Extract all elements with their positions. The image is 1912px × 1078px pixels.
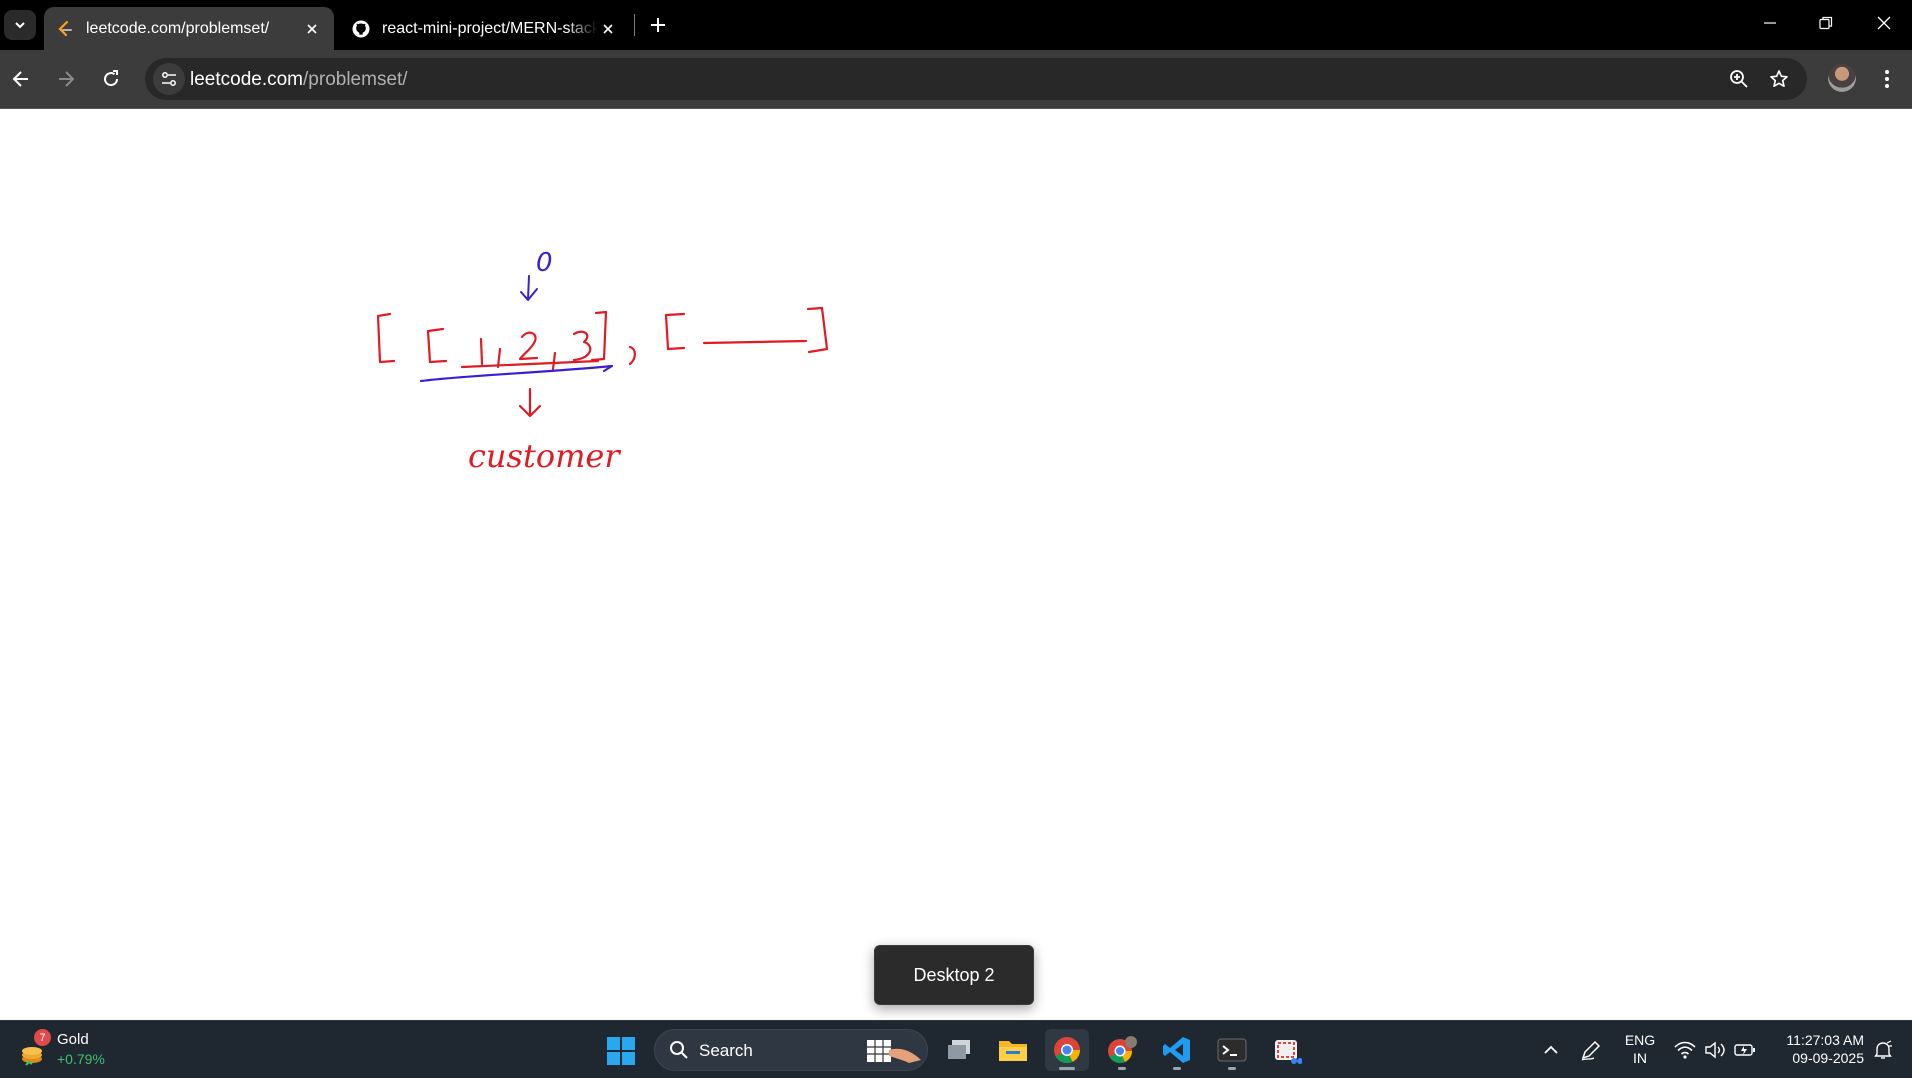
reload-button[interactable]: [94, 62, 128, 96]
task-view-icon: [948, 1040, 970, 1059]
tab-title: react-mini-project/MERN-stack: [382, 19, 598, 37]
close-icon: [307, 23, 317, 34]
task-view-button[interactable]: [937, 1029, 981, 1071]
terminal-icon: [1217, 1038, 1247, 1062]
tab-separator: [634, 14, 635, 36]
bell-icon: [1874, 1040, 1892, 1059]
restore-button[interactable]: [1798, 0, 1854, 46]
url-host: leetcode.com: [190, 69, 304, 90]
volume-button[interactable]: [1700, 1029, 1730, 1071]
zoom-in-icon: [1730, 70, 1748, 88]
close-tab-button[interactable]: [598, 19, 618, 39]
url-path: /problemset/: [303, 69, 408, 90]
terminal-taskbar-button[interactable]: [1210, 1029, 1254, 1071]
snipping-tool-taskbar-button[interactable]: [1265, 1029, 1309, 1071]
index-label: 0: [536, 248, 553, 278]
language-code: ENG: [1624, 1032, 1656, 1048]
github-icon: [352, 20, 370, 37]
url-text[interactable]: leetcode.com/problemset/: [190, 69, 408, 91]
restore-icon: [1819, 16, 1833, 30]
array-sketch: customer: [376, 306, 829, 475]
desktop-switch-toast: Desktop 2: [874, 945, 1034, 1005]
notifications-button[interactable]: [1868, 1029, 1898, 1071]
system-clock[interactable]: 11:27:03 AM 09-09-2025: [1768, 1031, 1864, 1067]
arrow-left-icon: [12, 71, 28, 87]
chrome-taskbar-button[interactable]: [1045, 1029, 1089, 1071]
network-button[interactable]: [1670, 1029, 1700, 1071]
input-language[interactable]: ENG IN: [1622, 1031, 1658, 1067]
file-explorer-button[interactable]: [991, 1029, 1035, 1071]
volume-icon: [1705, 1041, 1725, 1059]
zoom-button[interactable]: [1723, 63, 1755, 95]
browser-toolbar: leetcode.com/problemset/: [0, 50, 1912, 109]
tab-leetcode[interactable]: leetcode.com/problemset/: [44, 7, 334, 50]
close-tab-button[interactable]: [302, 19, 322, 39]
star-icon: [1770, 70, 1788, 87]
tab-title: leetcode.com/problemset/: [86, 19, 270, 37]
search-icon: [670, 1041, 688, 1059]
vscode-taskbar-button[interactable]: [1155, 1029, 1199, 1071]
pen-menu-button[interactable]: [1576, 1029, 1606, 1071]
battery-charging-icon: [1734, 1044, 1755, 1056]
tune-icon: [162, 72, 176, 86]
pen-icon: [1581, 1040, 1601, 1061]
tab-search-button[interactable]: [4, 10, 36, 40]
customer-label: customer: [468, 437, 621, 475]
tab-github[interactable]: react-mini-project/MERN-stack: [340, 7, 630, 50]
chrome-profile-icon: [1108, 1036, 1137, 1064]
back-button[interactable]: [4, 62, 38, 96]
clock-time: 11:27:03 AM: [1786, 1032, 1864, 1048]
reload-icon: [104, 70, 119, 87]
vscode-icon: [1163, 1037, 1190, 1063]
widget-change: +0.79%: [57, 1051, 105, 1067]
close-icon: [603, 23, 613, 34]
battery-button[interactable]: [1730, 1029, 1760, 1071]
site-info-button[interactable]: [153, 63, 185, 95]
new-tab-button[interactable]: [645, 12, 671, 38]
address-bar[interactable]: leetcode.com/problemset/: [145, 58, 1807, 100]
forward-button[interactable]: [49, 62, 83, 96]
wifi-icon: [1674, 1041, 1696, 1059]
taskbar: 7 Gold +0.79% Search ENG IN 11:27:03 AM …: [0, 1020, 1912, 1078]
taskbar-search[interactable]: Search: [654, 1029, 928, 1071]
chrome-profile-taskbar-button[interactable]: [1100, 1029, 1144, 1071]
chevron-up-icon: [1544, 1045, 1558, 1054]
search-label: Search: [699, 1041, 753, 1060]
index-annotation: 0: [520, 248, 553, 301]
clock-date: 09-09-2025: [1792, 1050, 1864, 1066]
notification-badge: 7: [34, 1029, 51, 1046]
search-highlight-icon: [867, 1040, 921, 1063]
close-icon: [1877, 16, 1891, 30]
show-hidden-icons-button[interactable]: [1536, 1029, 1566, 1071]
leetcode-icon: [58, 20, 72, 36]
drawing-canvas[interactable]: 0 customer: [0, 109, 1912, 1020]
chrome-icon: [1054, 1037, 1080, 1064]
tab-strip: leetcode.com/problemset/ react-mini-proj…: [0, 0, 1912, 50]
minimize-icon: [1764, 22, 1776, 24]
subarray-underline: [419, 364, 614, 383]
handwritten-sketch: 0 customer: [376, 248, 829, 475]
profile-avatar[interactable]: [1828, 64, 1856, 92]
more-vert-icon: [1885, 70, 1889, 88]
arrow-right-icon: [59, 71, 75, 87]
close-window-button[interactable]: [1856, 0, 1912, 46]
plus-icon: [651, 18, 665, 32]
menu-button[interactable]: [1870, 62, 1904, 96]
region-code: IN: [1633, 1050, 1647, 1066]
snipping-tool-icon: [1275, 1040, 1302, 1064]
market-widget[interactable]: 7 Gold +0.79%: [16, 1027, 136, 1073]
windows-start-icon[interactable]: [606, 1036, 636, 1066]
chevron-down-icon: [15, 22, 25, 29]
widget-title: Gold: [57, 1031, 89, 1048]
bookmark-button[interactable]: [1763, 63, 1795, 95]
file-explorer-icon: [999, 1041, 1027, 1061]
minimize-button[interactable]: [1742, 0, 1798, 46]
